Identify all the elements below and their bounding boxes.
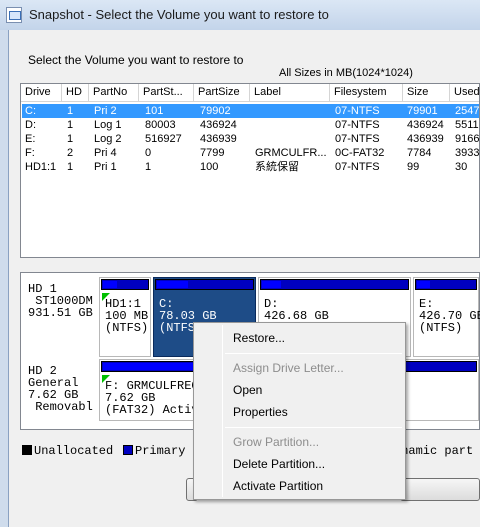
- menu-item-restore[interactable]: Restore...: [197, 327, 402, 349]
- app-icon: [6, 7, 22, 23]
- column-header-hd[interactable]: HD: [62, 84, 89, 102]
- table-row[interactable]: E: 1 Log 2 516927 436939 07-NTFS 436939 …: [22, 132, 479, 146]
- table-row[interactable]: HD1:1 1 Pri 1 1 100 系統保留 07-NTFS 99 30: [22, 160, 479, 174]
- window-title: Snapshot - Select the Volume you want to…: [29, 7, 329, 22]
- menu-item-assign-drive-letter[interactable]: Assign Drive Letter...: [197, 357, 402, 379]
- menu-separator: [225, 353, 402, 354]
- sizes-note: All Sizes in MB(1024*1024): [279, 67, 413, 79]
- primary-swatch-icon: [123, 445, 133, 455]
- partition-hd1-1[interactable]: HD1:1 100 MB (NTFS): [99, 277, 151, 357]
- table-row[interactable]: C: 1 Pri 2 101 79902 07-NTFS 79901 25470: [22, 104, 479, 118]
- menu-item-grow-partition[interactable]: Grow Partition...: [197, 431, 402, 453]
- column-header-partstart[interactable]: PartSt...: [139, 84, 194, 102]
- table-row[interactable]: D: 1 Log 1 80003 436924 07-NTFS 436924 5…: [22, 118, 479, 132]
- disk-1-label: HD 1 ST1000DM 931.51 GB: [28, 282, 93, 320]
- column-header-label[interactable]: Label: [250, 84, 330, 102]
- menu-item-properties[interactable]: Properties: [197, 401, 402, 423]
- menu-item-delete-partition[interactable]: Delete Partition...: [197, 453, 402, 475]
- context-menu: Restore... Assign Drive Letter... Open P…: [193, 322, 406, 500]
- dialog-button-partial-right[interactable]: [400, 478, 480, 501]
- unallocated-swatch-icon: [22, 445, 32, 455]
- table-row[interactable]: F: 2 Pri 4 0 7799 GRMCULFR... 0C-FAT32 7…: [22, 146, 479, 160]
- legend-primary: Primary: [123, 444, 185, 458]
- title-bar: Snapshot - Select the Volume you want to…: [0, 0, 480, 30]
- volume-list[interactable]: Drive HD PartNo PartSt... PartSize Label…: [20, 83, 480, 258]
- column-header-partsize[interactable]: PartSize: [194, 84, 250, 102]
- menu-item-open[interactable]: Open: [197, 379, 402, 401]
- disk-2-label: HD 2 General 7.62 GB Removabl: [28, 364, 93, 414]
- legend-unallocated: Unallocated: [22, 444, 113, 458]
- menu-item-activate-partition[interactable]: Activate Partition: [197, 475, 402, 497]
- menu-separator: [225, 427, 402, 428]
- partition-e[interactable]: E: 426.70 GB (NTFS): [413, 277, 480, 357]
- column-header-partno[interactable]: PartNo: [89, 84, 139, 102]
- column-header-filesystem[interactable]: Filesystem: [330, 84, 403, 102]
- instruction-text: Select the Volume you want to restore to: [28, 53, 244, 67]
- column-header-used[interactable]: Used: [450, 84, 479, 102]
- column-header-drive[interactable]: Drive: [21, 84, 62, 102]
- column-header-size[interactable]: Size: [403, 84, 450, 102]
